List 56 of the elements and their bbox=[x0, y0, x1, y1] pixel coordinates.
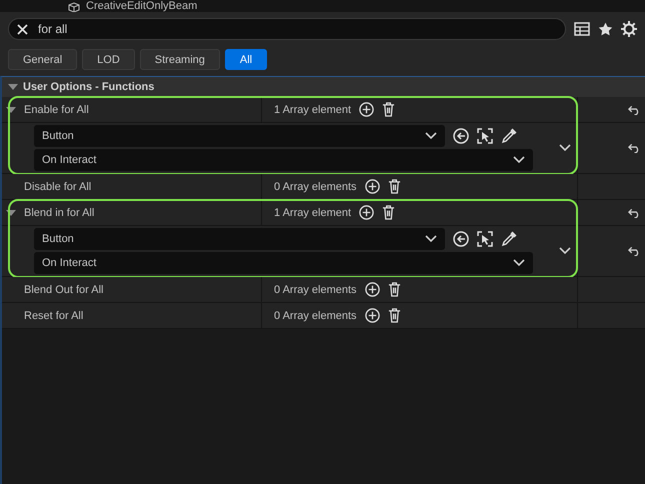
property-name: Enable for All bbox=[24, 104, 89, 116]
expand-chevron-icon[interactable] bbox=[559, 247, 571, 255]
trash-icon[interactable] bbox=[388, 308, 401, 323]
add-icon[interactable] bbox=[359, 102, 374, 117]
chevron-down-icon[interactable] bbox=[425, 235, 437, 243]
add-icon[interactable] bbox=[364, 282, 380, 297]
property-name: Reset for All bbox=[24, 310, 84, 322]
property-name: Blend in for All bbox=[24, 206, 94, 218]
search-field[interactable]: for all bbox=[8, 18, 566, 40]
star-icon[interactable] bbox=[598, 22, 613, 36]
trash-icon[interactable] bbox=[388, 179, 401, 194]
settings-icon[interactable] bbox=[621, 21, 637, 37]
table-icon[interactable] bbox=[574, 22, 590, 36]
property-name: Disable for All bbox=[24, 180, 92, 192]
add-icon[interactable] bbox=[364, 308, 380, 323]
trash-icon[interactable] bbox=[382, 205, 396, 220]
category-tab[interactable]: LOD bbox=[82, 49, 135, 70]
reset-arrow-icon[interactable] bbox=[628, 143, 641, 153]
category-tab[interactable]: Streaming bbox=[140, 49, 220, 70]
chevron-down-icon[interactable] bbox=[425, 132, 437, 140]
search-input[interactable]: for all bbox=[36, 21, 557, 37]
event-dropdown[interactable]: On Interact bbox=[34, 149, 533, 171]
expand-triangle-icon[interactable] bbox=[6, 208, 16, 216]
arrow-left-circle-icon[interactable] bbox=[453, 231, 469, 247]
array-count: 0 Array elements bbox=[274, 310, 357, 322]
target-dropdown[interactable]: Button bbox=[34, 125, 445, 147]
add-icon[interactable] bbox=[364, 179, 380, 194]
chevron-down-icon[interactable] bbox=[513, 259, 525, 267]
add-icon[interactable] bbox=[359, 205, 374, 220]
cube-icon bbox=[68, 2, 80, 12]
array-count: 0 Array elements bbox=[274, 180, 357, 192]
expand-chevron-icon[interactable] bbox=[559, 144, 571, 152]
trash-icon[interactable] bbox=[388, 282, 401, 297]
category-tab[interactable]: General bbox=[8, 49, 78, 70]
chevron-down-icon[interactable] bbox=[513, 156, 525, 164]
reset-arrow-icon[interactable] bbox=[628, 208, 641, 218]
array-count: 1 Array element bbox=[274, 206, 352, 218]
trash-icon[interactable] bbox=[382, 102, 396, 117]
section-header[interactable]: User Options - Functions bbox=[2, 77, 645, 97]
close-icon[interactable] bbox=[17, 24, 28, 34]
target-dropdown[interactable]: Button bbox=[34, 228, 445, 250]
array-count: 1 Array element bbox=[274, 104, 352, 116]
category-tab[interactable]: All bbox=[224, 49, 268, 70]
arrow-left-circle-icon[interactable] bbox=[453, 128, 469, 144]
collapse-triangle-icon[interactable] bbox=[8, 83, 18, 91]
select-cursor-icon[interactable] bbox=[477, 231, 493, 247]
reset-arrow-icon[interactable] bbox=[628, 104, 641, 114]
eyedropper-icon[interactable] bbox=[501, 128, 517, 144]
eyedropper-icon[interactable] bbox=[501, 231, 517, 247]
outliner-item[interactable]: CreativeEditOnlyBeam bbox=[86, 0, 198, 12]
reset-arrow-icon[interactable] bbox=[628, 246, 641, 256]
event-dropdown[interactable]: On Interact bbox=[34, 252, 533, 274]
select-cursor-icon[interactable] bbox=[477, 128, 493, 144]
array-count: 0 Array elements bbox=[274, 284, 357, 296]
property-name: Blend Out for All bbox=[24, 284, 104, 296]
expand-triangle-icon[interactable] bbox=[6, 106, 16, 114]
